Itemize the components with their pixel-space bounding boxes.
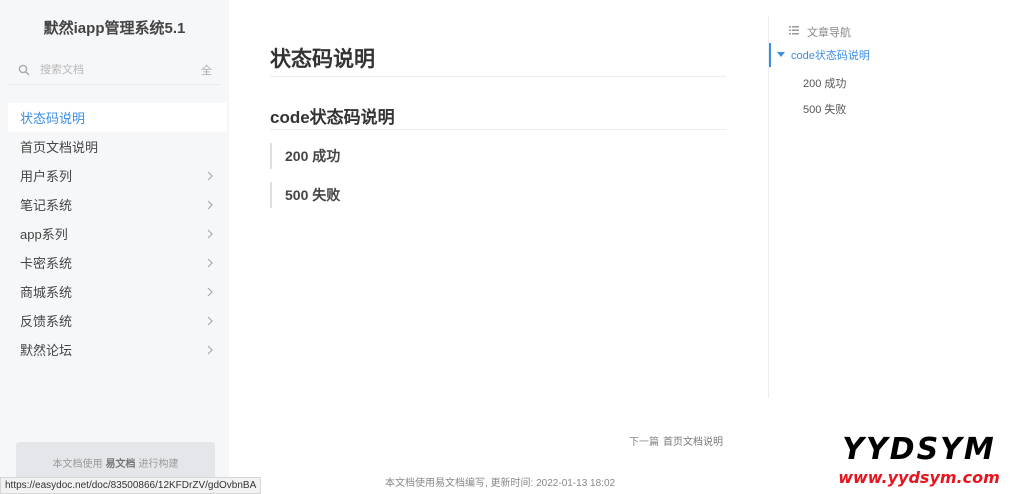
chevron-right-icon[interactable] — [205, 345, 215, 355]
chevron-right-icon[interactable] — [205, 200, 215, 210]
divider — [270, 76, 726, 77]
sidebar-item-notes-system[interactable]: 笔记系统 — [8, 190, 227, 219]
sidebar-item-home-doc[interactable]: 首页文档说明 — [8, 132, 227, 161]
sidebar-item-label: 笔记系统 — [20, 198, 73, 213]
built-with-banner[interactable]: 本文档使用 易文档 进行构建 — [16, 442, 215, 482]
watermark-logo: YYDSYM www.yydsym.com — [816, 434, 1022, 490]
search-input[interactable] — [40, 63, 190, 76]
sidebar-item-label: 反馈系统 — [20, 314, 73, 329]
sidebar-item-forum[interactable]: 默然论坛 — [8, 335, 227, 364]
sidebar-item-status-codes[interactable]: 状态码说明 — [8, 103, 227, 132]
toc-heading-label: 文章导航 — [807, 27, 851, 39]
built-with-prefix: 本文档使用 — [52, 458, 103, 470]
sidebar-item-feedback-system[interactable]: 反馈系统 — [8, 306, 227, 335]
site-title[interactable]: 默然iapp管理系统5.1 — [0, 17, 229, 38]
toc-heading: 文章导航 — [789, 24, 851, 40]
watermark-big: YYDSYM — [842, 432, 996, 467]
sidebar-item-label: 状态码说明 — [20, 111, 86, 126]
search-all-toggle[interactable]: 全 — [201, 62, 212, 78]
subsection-heading: 200 成功 — [270, 143, 340, 169]
sidebar-item-label: 卡密系统 — [20, 256, 73, 271]
subsection-heading: 500 失败 — [270, 182, 340, 208]
chevron-right-icon[interactable] — [205, 171, 215, 181]
toc-item[interactable]: 200 成功 — [803, 75, 846, 91]
next-article-link[interactable]: 下一篇 首页文档说明 — [629, 433, 723, 448]
watermark-small: www.yydsym.com — [838, 468, 1000, 487]
section-heading: code状态码说明 — [270, 108, 395, 127]
next-article-label: 下一篇 — [629, 437, 659, 448]
sidebar-item-label: 商城系统 — [20, 285, 73, 300]
divider — [270, 129, 726, 130]
search-bar[interactable]: 全 — [8, 55, 220, 85]
search-icon — [18, 64, 30, 76]
toc-item-label: code状态码说明 — [791, 50, 870, 62]
sidebar-nav: 状态码说明 首页文档说明 用户系列 笔记系统 app系列 卡密系统 商城系统 反… — [8, 103, 227, 364]
sidebar: 默然iapp管理系统5.1 全 状态码说明 首页文档说明 用户系列 笔记系统 a… — [0, 0, 229, 494]
chevron-right-icon[interactable] — [205, 287, 215, 297]
chevron-right-icon[interactable] — [205, 229, 215, 239]
list-icon — [789, 26, 799, 38]
built-with-brand[interactable]: 易文档 — [106, 455, 136, 470]
toc-item-active[interactable]: code状态码说明 — [769, 43, 969, 67]
sidebar-item-app-series[interactable]: app系列 — [8, 219, 227, 248]
toc-item[interactable]: 500 失败 — [803, 101, 846, 117]
sidebar-item-label: app系列 — [20, 227, 68, 242]
sidebar-item-card-system[interactable]: 卡密系统 — [8, 248, 227, 277]
next-article-title[interactable]: 首页文档说明 — [663, 437, 723, 448]
page-title: 状态码说明 — [270, 48, 375, 71]
sidebar-item-label: 用户系列 — [20, 169, 73, 184]
sidebar-item-label: 默然论坛 — [20, 343, 73, 358]
sidebar-item-user-series[interactable]: 用户系列 — [8, 161, 227, 190]
built-with-suffix: 进行构建 — [138, 458, 179, 470]
footer-text: 本文档使用易文档编写, 更新时间: 2022-01-13 18:02 — [385, 478, 616, 489]
sidebar-item-shop-system[interactable]: 商城系统 — [8, 277, 227, 306]
chevron-right-icon[interactable] — [205, 316, 215, 326]
status-bar-url: https://easydoc.net/doc/83500866/12KFDrZ… — [0, 477, 262, 494]
divider — [768, 16, 769, 398]
chevron-right-icon[interactable] — [205, 258, 215, 268]
caret-down-icon[interactable] — [777, 49, 785, 61]
sidebar-item-label: 首页文档说明 — [20, 140, 99, 155]
